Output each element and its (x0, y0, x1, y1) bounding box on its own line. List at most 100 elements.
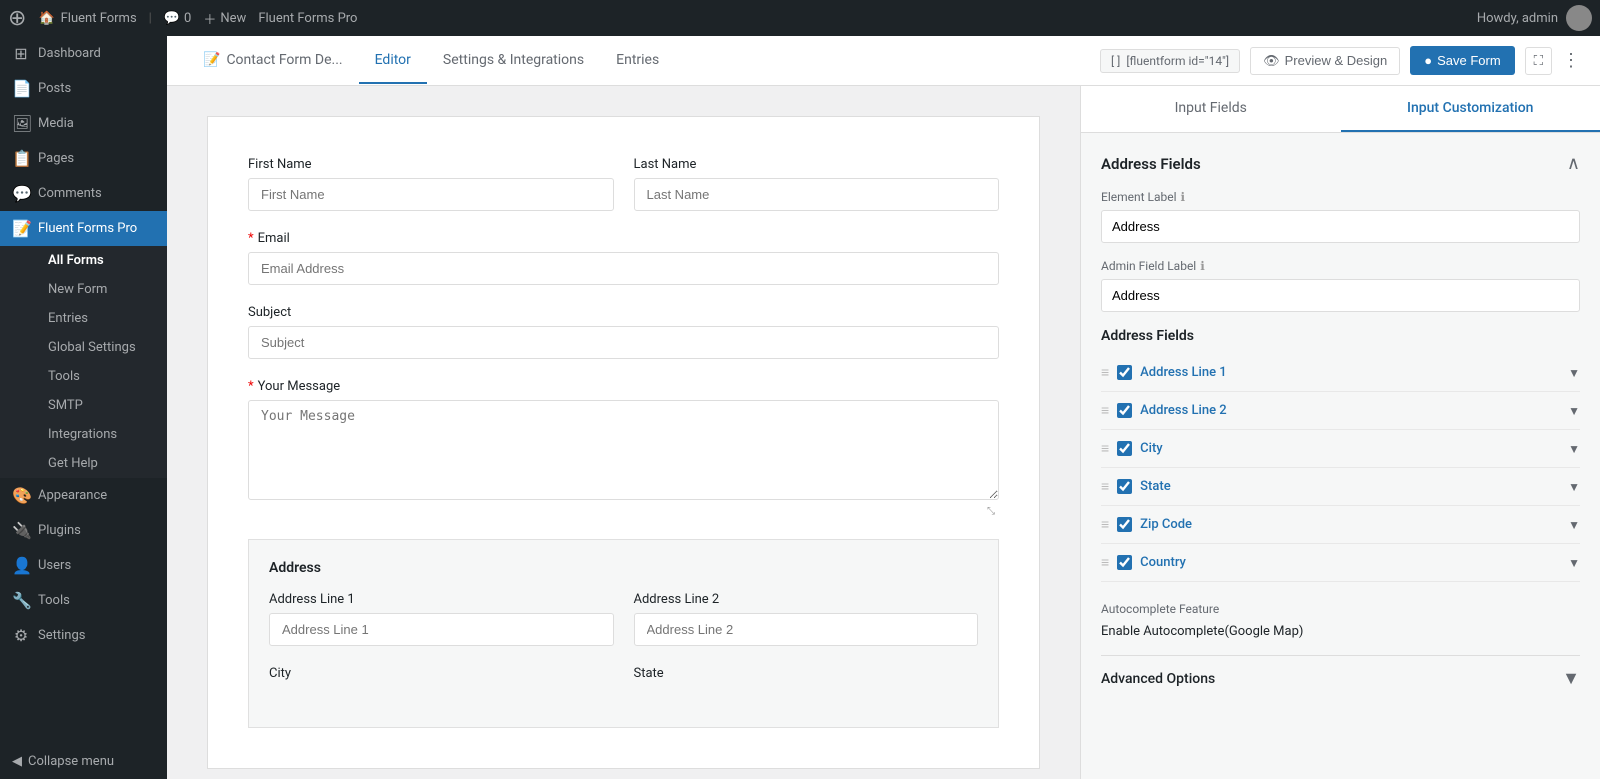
panel-content: Address Fields ∧ Element Label ℹ (1081, 133, 1600, 779)
field-link-line1[interactable]: Address Line 1 (1140, 365, 1560, 380)
message-input[interactable] (248, 400, 999, 500)
element-label-input[interactable] (1101, 210, 1580, 243)
admin-field-label-group: Admin Field Label ℹ (1101, 259, 1580, 312)
last-name-input[interactable] (634, 178, 1000, 211)
field-link-zip[interactable]: Zip Code (1140, 517, 1560, 532)
address-fields-collapse-button[interactable]: ∧ (1567, 153, 1580, 174)
sidebar-sub-new-form[interactable]: New Form (12, 275, 167, 304)
shortcode-badge[interactable]: [ ] [fluentform id="14"] (1100, 49, 1240, 73)
appearance-icon: 🎨 (12, 486, 30, 505)
sidebar-sub-integrations[interactable]: Integrations (12, 420, 167, 449)
sidebar-item-pages[interactable]: 📋 Pages (0, 141, 167, 176)
fullscreen-button[interactable]: ⛶ (1525, 47, 1552, 75)
tools-icon: 🔧 (12, 591, 30, 610)
sidebar-label-plugins: Plugins (38, 523, 81, 538)
address-field-country: ≡ Country ▼ (1101, 544, 1580, 582)
drag-handle-country[interactable]: ≡ (1101, 554, 1109, 571)
last-name-field: Last Name (634, 157, 1000, 211)
panel-tabs: Input Fields Input Customization (1081, 86, 1600, 133)
save-form-button[interactable]: ● Save Form (1410, 46, 1514, 75)
checkbox-state[interactable] (1117, 479, 1132, 494)
tab-settings[interactable]: Settings & Integrations (427, 38, 600, 84)
tab-contact-form[interactable]: 📝 Contact Form De... (187, 38, 359, 84)
sidebar-sub-global-settings[interactable]: Global Settings (12, 333, 167, 362)
comments-nav-icon: 💬 (12, 184, 30, 203)
checkbox-country[interactable] (1117, 555, 1132, 570)
field-link-city[interactable]: City (1140, 441, 1560, 456)
sidebar-sub-get-help[interactable]: Get Help (12, 449, 167, 478)
dropdown-arrow-zip[interactable]: ▼ (1568, 518, 1580, 532)
sidebar-item-tools[interactable]: 🔧 Tools (0, 583, 167, 618)
sidebar-sub-all-forms[interactable]: All Forms (12, 246, 167, 275)
address-line2-label: Address Line 2 (634, 592, 979, 607)
new-link[interactable]: ＋ New (203, 9, 246, 28)
address-line1-field: Address Line 1 (269, 592, 614, 646)
checkbox-line2[interactable] (1117, 403, 1132, 418)
sidebar-item-settings[interactable]: ⚙ Settings (0, 618, 167, 653)
address-line1-input[interactable] (269, 613, 614, 646)
advanced-options-expand-button[interactable]: ▼ (1562, 668, 1580, 689)
address-field-state: ≡ State ▼ (1101, 468, 1580, 506)
drag-handle-state[interactable]: ≡ (1101, 478, 1109, 495)
site-link[interactable]: 🏠 Fluent Forms (38, 11, 136, 26)
sidebar-label-tools: Tools (38, 593, 70, 608)
sidebar-label-settings: Settings (38, 628, 85, 643)
save-icon: ● (1424, 53, 1432, 68)
subject-field-wrapper: Subject (248, 305, 999, 359)
address-line-row: Address Line 1 Address Line 2 (269, 592, 978, 646)
last-name-label: Last Name (634, 157, 1000, 172)
pages-icon: 📋 (12, 149, 30, 168)
sidebar-item-plugins[interactable]: 🔌 Plugins (0, 513, 167, 548)
panel-tab-input-fields[interactable]: Input Fields (1081, 86, 1341, 132)
drag-handle-zip[interactable]: ≡ (1101, 516, 1109, 533)
sidebar-item-comments[interactable]: 💬 Comments (0, 176, 167, 211)
first-name-field: First Name (248, 157, 614, 211)
tab-entries[interactable]: Entries (600, 38, 675, 84)
user-avatar[interactable] (1566, 5, 1592, 31)
field-link-state[interactable]: State (1140, 479, 1560, 494)
address-line1-label: Address Line 1 (269, 592, 614, 607)
admin-field-label-input[interactable] (1101, 279, 1580, 312)
more-options-button[interactable]: ⋮ (1562, 50, 1580, 71)
admin-field-label-info-icon[interactable]: ℹ (1200, 259, 1205, 273)
preview-design-button[interactable]: 👁 Preview & Design (1250, 47, 1400, 75)
drag-handle-city[interactable]: ≡ (1101, 440, 1109, 457)
drag-handle-line1[interactable]: ≡ (1101, 364, 1109, 381)
autocomplete-section: Autocomplete Feature Enable Autocomplete… (1101, 602, 1580, 639)
dropdown-arrow-city[interactable]: ▼ (1568, 442, 1580, 456)
dropdown-arrow-line2[interactable]: ▼ (1568, 404, 1580, 418)
sidebar-sub-tools[interactable]: Tools (12, 362, 167, 391)
sidebar-item-users[interactable]: 👤 Users (0, 548, 167, 583)
advanced-options: Advanced Options ▼ (1101, 655, 1580, 701)
drag-handle-line2[interactable]: ≡ (1101, 402, 1109, 419)
sidebar-item-posts[interactable]: 📄 Posts (0, 71, 167, 106)
tab-editor-label: Editor (375, 52, 411, 68)
panel-tab-input-customization[interactable]: Input Customization (1341, 86, 1600, 132)
email-input[interactable] (248, 252, 999, 285)
first-name-input[interactable] (248, 178, 614, 211)
dropdown-arrow-line1[interactable]: ▼ (1568, 366, 1580, 380)
collapse-menu[interactable]: ◀ Collapse menu (0, 744, 167, 779)
checkbox-zip[interactable] (1117, 517, 1132, 532)
dropdown-arrow-country[interactable]: ▼ (1568, 556, 1580, 570)
subject-input[interactable] (248, 326, 999, 359)
sidebar-label-pages: Pages (38, 151, 74, 166)
sidebar-item-appearance[interactable]: 🎨 Appearance (0, 478, 167, 513)
sidebar-sub-entries[interactable]: Entries (12, 304, 167, 333)
wp-logo-icon: ⊕ (8, 6, 26, 31)
message-field-wrapper: * Your Message ⤡ (248, 379, 999, 519)
checkbox-line1[interactable] (1117, 365, 1132, 380)
sidebar-item-fluent-forms[interactable]: 📝 Fluent Forms Pro (0, 211, 167, 246)
field-link-country[interactable]: Country (1140, 555, 1560, 570)
sidebar-item-dashboard[interactable]: ⊞ Dashboard (0, 36, 167, 71)
dropdown-arrow-state[interactable]: ▼ (1568, 480, 1580, 494)
address-line2-input[interactable] (634, 613, 979, 646)
sidebar-item-media[interactable]: 🖼 Media (0, 106, 167, 141)
comments-link[interactable]: 💬 0 (164, 11, 192, 26)
field-link-line2[interactable]: Address Line 2 (1140, 403, 1560, 418)
preview-icon: 👁 (1263, 53, 1280, 69)
element-label-info-icon[interactable]: ℹ (1181, 190, 1186, 204)
tab-editor[interactable]: Editor (359, 38, 427, 84)
sidebar-sub-smtp[interactable]: SMTP (12, 391, 167, 420)
checkbox-city[interactable] (1117, 441, 1132, 456)
